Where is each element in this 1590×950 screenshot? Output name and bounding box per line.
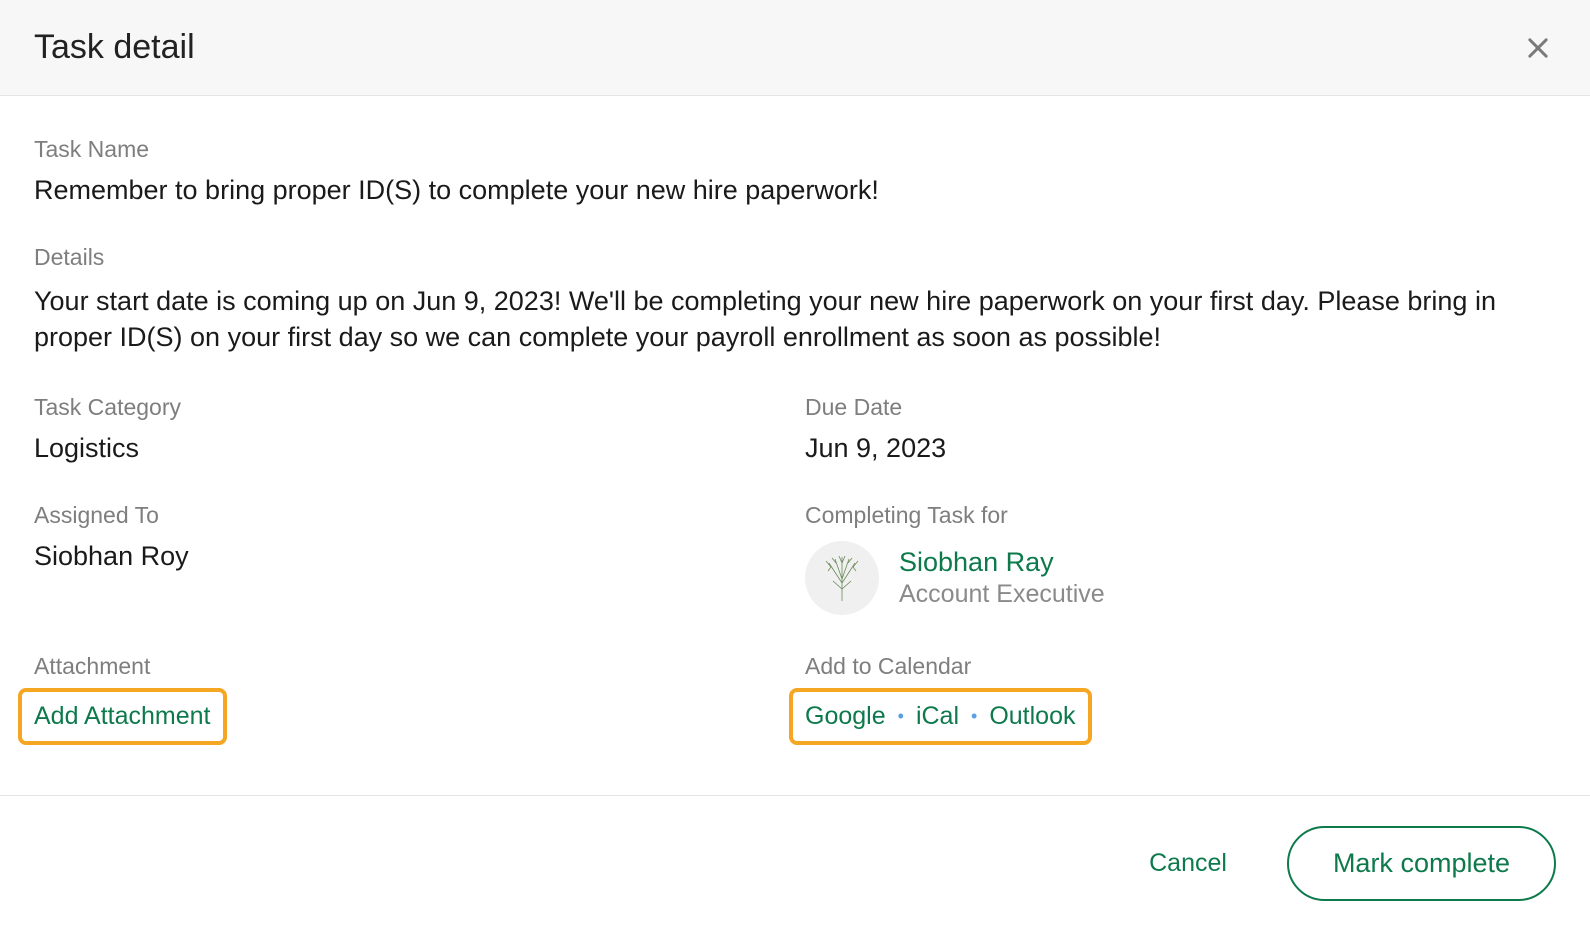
person-info: Siobhan Ray Account Executive (899, 547, 1105, 609)
person-title: Account Executive (899, 580, 1105, 609)
task-name-section: Task Name Remember to bring proper ID(S)… (34, 136, 1556, 206)
due-date-label: Due Date (805, 394, 1556, 421)
modal-footer: Cancel Mark complete (0, 796, 1590, 931)
task-details-value: Your start date is coming up on Jun 9, 2… (34, 283, 1556, 356)
calendar-ical-link[interactable]: iCal (916, 702, 959, 731)
attachment-section: Attachment Add Attachment (34, 653, 785, 745)
cancel-button[interactable]: Cancel (1149, 849, 1227, 878)
completing-for-section: Completing Task for (805, 502, 1556, 615)
add-attachment-link[interactable]: Add Attachment (34, 702, 211, 730)
task-category-label: Task Category (34, 394, 785, 421)
task-details-label: Details (34, 244, 1556, 271)
category-duedate-row: Task Category Logistics Due Date Jun 9, … (34, 394, 1556, 464)
attachment-highlight: Add Attachment (18, 688, 227, 745)
task-name-label: Task Name (34, 136, 1556, 163)
calendar-label: Add to Calendar (805, 653, 1556, 680)
calendar-highlight: Google • iCal • Outlook (789, 688, 1092, 745)
task-name-value: Remember to bring proper ID(S) to comple… (34, 175, 1556, 206)
attachment-calendar-row: Attachment Add Attachment Add to Calenda… (34, 653, 1556, 745)
due-date-section: Due Date Jun 9, 2023 (805, 394, 1556, 464)
close-button[interactable] (1520, 30, 1556, 66)
due-date-value: Jun 9, 2023 (805, 433, 1556, 464)
modal-header: Task detail (0, 0, 1590, 96)
calendar-outlook-link[interactable]: Outlook (989, 702, 1075, 731)
modal-title: Task detail (34, 28, 195, 67)
task-category-value: Logistics (34, 433, 785, 464)
close-icon (1524, 34, 1552, 62)
assigned-completing-row: Assigned To Siobhan Roy Completing Task … (34, 502, 1556, 615)
avatar (805, 541, 879, 615)
dot-separator: • (971, 706, 977, 727)
dot-separator: • (898, 706, 904, 727)
modal-content: Task Name Remember to bring proper ID(S)… (0, 96, 1590, 775)
assigned-to-value: Siobhan Roy (34, 541, 785, 572)
attachment-label: Attachment (34, 653, 785, 680)
completing-for-person[interactable]: Siobhan Ray Account Executive (805, 541, 1556, 615)
completing-for-label: Completing Task for (805, 502, 1556, 529)
mark-complete-button[interactable]: Mark complete (1287, 826, 1556, 901)
calendar-links: Google • iCal • Outlook (805, 702, 1076, 731)
task-category-section: Task Category Logistics (34, 394, 785, 464)
calendar-google-link[interactable]: Google (805, 702, 886, 731)
assigned-to-label: Assigned To (34, 502, 785, 529)
plant-icon (817, 553, 867, 603)
person-name: Siobhan Ray (899, 547, 1105, 578)
task-details-section: Details Your start date is coming up on … (34, 244, 1556, 356)
calendar-section: Add to Calendar Google • iCal • Outlook (805, 653, 1556, 745)
assigned-to-section: Assigned To Siobhan Roy (34, 502, 785, 615)
